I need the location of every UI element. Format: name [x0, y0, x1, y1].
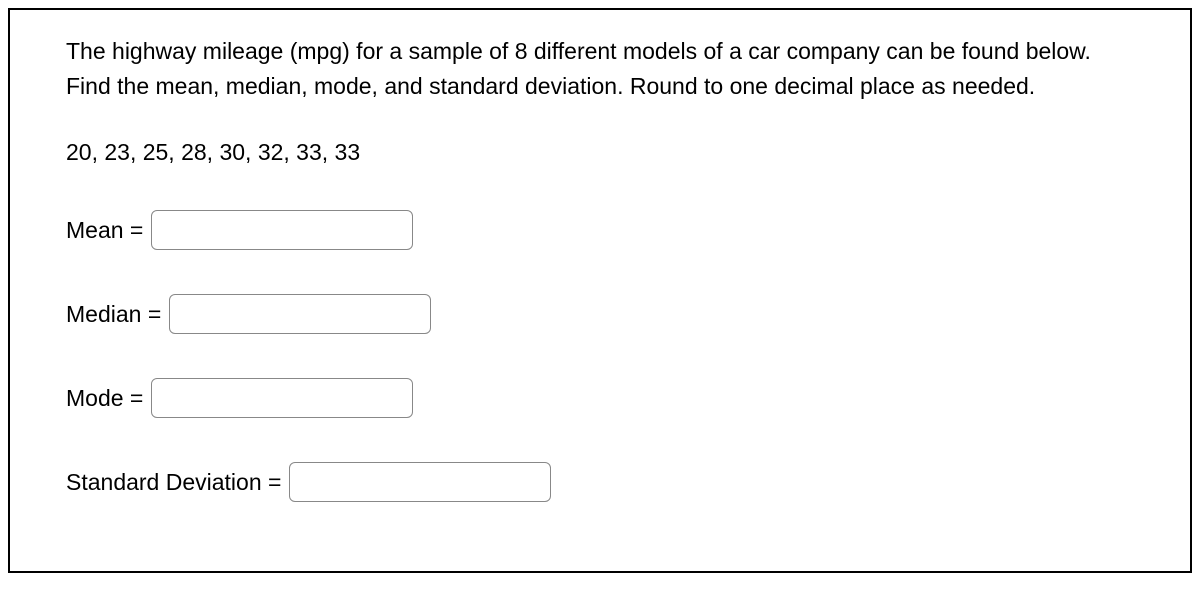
- median-label: Median =: [66, 301, 161, 328]
- mean-label: Mean =: [66, 217, 143, 244]
- problem-description: The highway mileage (mpg) for a sample o…: [66, 34, 1134, 103]
- median-input[interactable]: [169, 294, 431, 334]
- mode-label: Mode =: [66, 385, 143, 412]
- mean-row: Mean =: [66, 210, 1134, 250]
- stddev-row: Standard Deviation =: [66, 462, 1134, 502]
- median-row: Median =: [66, 294, 1134, 334]
- mode-row: Mode =: [66, 378, 1134, 418]
- problem-container: The highway mileage (mpg) for a sample o…: [8, 8, 1192, 573]
- mode-input[interactable]: [151, 378, 413, 418]
- stddev-label: Standard Deviation =: [66, 469, 281, 496]
- mean-input[interactable]: [151, 210, 413, 250]
- stddev-input[interactable]: [289, 462, 551, 502]
- data-values: 20, 23, 25, 28, 30, 32, 33, 33: [66, 139, 1134, 166]
